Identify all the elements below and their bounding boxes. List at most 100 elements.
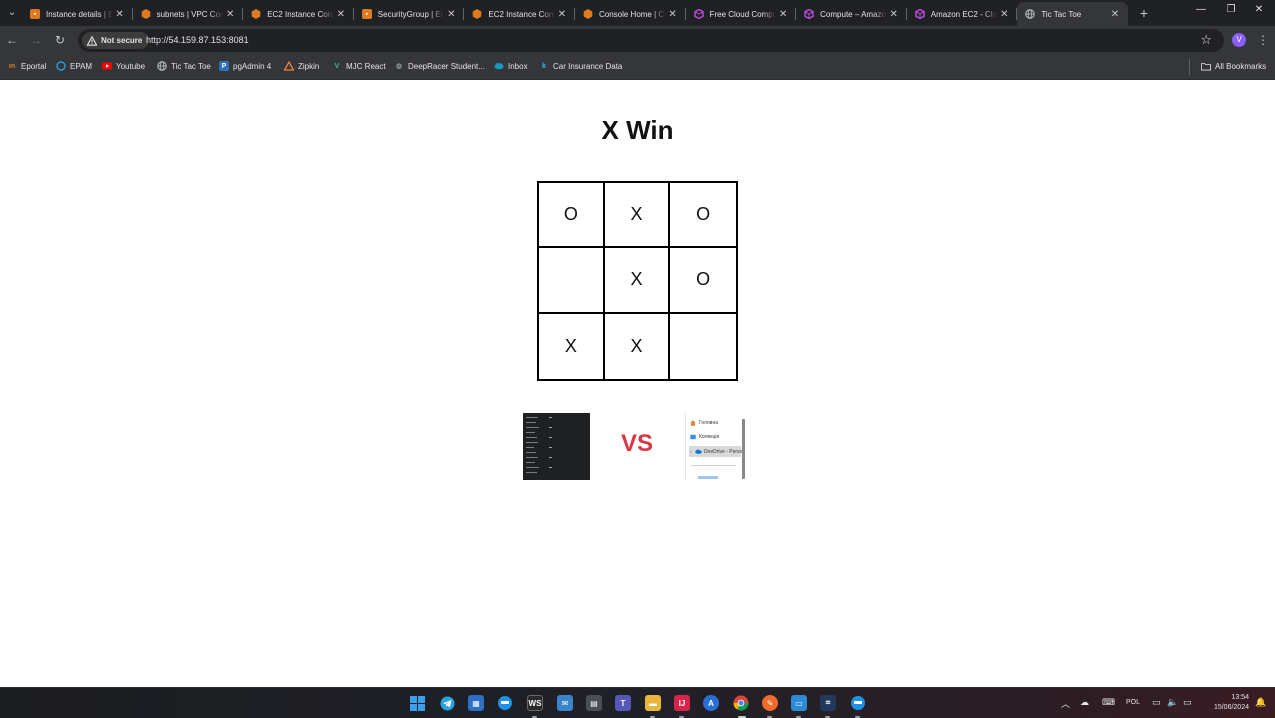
keyboard-icon[interactable]: ⌨ bbox=[1102, 697, 1115, 708]
tab-security-group[interactable]: ▪ SecurityGroup | EC2 ✕ bbox=[354, 2, 465, 26]
eportal-icon: ın bbox=[8, 62, 16, 70]
bookmark-tic-tac-toe[interactable]: Tic Tac Toe bbox=[157, 61, 211, 71]
tab-search-button[interactable]: ⌄ bbox=[3, 4, 21, 22]
webstorm-icon[interactable]: WS bbox=[527, 695, 543, 711]
bookmark-label: Youtube bbox=[116, 61, 146, 71]
globe-icon bbox=[157, 61, 167, 71]
app-store-icon[interactable]: A bbox=[703, 695, 719, 711]
tab-title: Free Cloud Computing bbox=[709, 9, 777, 19]
tab-ec2-instance-connect[interactable]: EC2 Instance Connect ✕ bbox=[243, 2, 354, 26]
bookmark-zipkin[interactable]: Zipkin bbox=[284, 61, 319, 71]
network-icon[interactable]: ▭ bbox=[1152, 697, 1161, 708]
board-cell-5[interactable]: X bbox=[604, 248, 671, 314]
avatar-row-onedrive: › OneDrive - Perso bbox=[689, 446, 742, 457]
home-icon bbox=[690, 420, 696, 426]
board-cell-7[interactable]: X bbox=[539, 313, 605, 379]
warning-icon bbox=[87, 35, 97, 46]
browser-toolbar: ← → ↻ Not secure http://54.159.87.153:80… bbox=[0, 26, 1275, 55]
avatar[interactable]: V bbox=[1232, 33, 1246, 47]
tab-free-cloud-computing[interactable]: Free Cloud Computing ✕ bbox=[686, 2, 797, 26]
bookmark-label: Inbox bbox=[508, 61, 528, 71]
window-close-icon[interactable]: ✕ bbox=[1250, 4, 1268, 15]
close-icon[interactable]: ✕ bbox=[334, 9, 348, 20]
bookmark-deepracer[interactable]: ◍ DeepRacer Student... bbox=[394, 61, 485, 71]
restore-icon[interactable]: ❐ bbox=[1222, 4, 1240, 15]
bookmark-inbox[interactable]: Inbox bbox=[494, 61, 528, 71]
intellij-icon[interactable]: IJ bbox=[674, 695, 690, 711]
security-chip[interactable]: Not secure bbox=[82, 32, 150, 49]
close-icon[interactable]: ✕ bbox=[555, 9, 569, 20]
calculator-icon[interactable]: ▤ bbox=[586, 695, 602, 711]
minimize-icon[interactable]: — bbox=[1192, 4, 1210, 15]
close-icon[interactable]: ✕ bbox=[776, 9, 790, 20]
board-cell-9[interactable] bbox=[670, 313, 736, 379]
close-icon[interactable]: ✕ bbox=[997, 9, 1011, 20]
bookmark-label: Tic Tac Toe bbox=[171, 61, 211, 71]
terminal-icon[interactable]: ⌗ bbox=[820, 695, 836, 711]
divider bbox=[691, 465, 736, 466]
bookmark-youtube[interactable]: Youtube bbox=[102, 61, 145, 71]
clock[interactable]: 13:54 15/06/2024 bbox=[1203, 693, 1249, 713]
windows-start-icon[interactable] bbox=[409, 695, 425, 711]
docker-icon[interactable] bbox=[497, 695, 513, 711]
tab-title: Amazon EC2 - Cloud bbox=[930, 9, 998, 19]
tab-amazon-ec2[interactable]: Amazon EC2 - Cloud ✕ bbox=[907, 2, 1018, 26]
volume-icon[interactable]: 🔈 bbox=[1167, 697, 1178, 708]
reload-icon[interactable]: ↻ bbox=[53, 33, 67, 47]
tab-compute-amazon[interactable]: Compute – Amazon EC2 ✕ bbox=[796, 2, 907, 26]
tab-tic-tac-toe[interactable]: Tic Tac Toe ✕ bbox=[1017, 2, 1128, 26]
board-cell-4[interactable] bbox=[539, 248, 605, 314]
tab-console-home[interactable]: Console Home | Console ✕ bbox=[575, 2, 686, 26]
bookmark-epam[interactable]: EPAM bbox=[56, 61, 92, 71]
bookmark-star-icon[interactable]: ☆ bbox=[1200, 33, 1212, 47]
bookmark-mjc-react[interactable]: V MJC React bbox=[332, 61, 386, 71]
docker-desktop-icon[interactable] bbox=[850, 695, 866, 711]
board-cell-3[interactable]: O bbox=[670, 183, 736, 249]
docker-tray-icon[interactable]: ☁ bbox=[1080, 697, 1089, 708]
board-cell-1[interactable]: O bbox=[539, 183, 605, 249]
bookmark-label: Eportal bbox=[21, 61, 47, 71]
postman-icon[interactable]: ✎ bbox=[762, 695, 778, 711]
close-icon[interactable]: ✕ bbox=[223, 9, 237, 20]
close-icon[interactable]: ✕ bbox=[887, 9, 901, 20]
back-icon[interactable]: ← bbox=[5, 33, 19, 47]
telegram-icon[interactable] bbox=[439, 695, 455, 711]
close-icon[interactable]: ✕ bbox=[113, 9, 127, 20]
teams-icon[interactable]: T bbox=[615, 695, 631, 711]
mail-icon[interactable]: ✉ bbox=[557, 695, 573, 711]
tab-instance-details[interactable]: ▪ Instance details | EC2 ✕ bbox=[22, 2, 133, 26]
forward-icon[interactable]: → bbox=[29, 33, 43, 47]
menu-icon[interactable]: ⋮ bbox=[1257, 32, 1269, 48]
close-icon[interactable]: ✕ bbox=[666, 9, 680, 20]
gallery-icon bbox=[690, 434, 696, 440]
language-indicator[interactable]: POL bbox=[1126, 699, 1140, 706]
file-explorer-icon[interactable]: ▬ bbox=[645, 695, 661, 711]
chrome-icon[interactable] bbox=[733, 695, 749, 711]
vue-icon: V bbox=[334, 62, 340, 70]
close-icon[interactable]: ✕ bbox=[1108, 9, 1122, 20]
new-tab-button[interactable]: + bbox=[1136, 5, 1152, 21]
tab-title: SecurityGroup | EC2 bbox=[377, 9, 445, 19]
bookmark-car-insurance[interactable]: k Car Insurance Data bbox=[539, 61, 622, 71]
close-icon[interactable]: ✕ bbox=[444, 9, 458, 20]
tab-subnets[interactable]: subnets | VPC Console ✕ bbox=[133, 2, 244, 26]
board-cell-6[interactable]: O bbox=[670, 248, 736, 314]
calendar-icon[interactable]: ▦ bbox=[468, 695, 484, 711]
tab-title: Tic Tac Toe bbox=[1041, 9, 1082, 19]
tab-list: ▪ Instance details | EC2 ✕ subnets | VPC… bbox=[22, 2, 1128, 26]
bookmark-pgadmin[interactable]: P pgAdmin 4 bbox=[219, 61, 271, 71]
aws-hex-icon bbox=[583, 9, 593, 19]
address-bar[interactable]: Not secure http://54.159.87.153:8081 ☆ bbox=[78, 29, 1224, 52]
url-text[interactable]: http://54.159.87.153:8081 bbox=[146, 35, 249, 45]
remote-desktop-icon[interactable]: ▭ bbox=[791, 695, 807, 711]
tray-overflow-icon[interactable]: ︿ bbox=[1061, 697, 1070, 710]
all-bookmarks-button[interactable]: All Bookmarks bbox=[1201, 61, 1266, 71]
bookmark-eportal[interactable]: ın Eportal bbox=[7, 61, 46, 71]
board-cell-2[interactable]: X bbox=[604, 183, 671, 249]
board-cell-8[interactable]: X bbox=[604, 313, 671, 379]
tab-ec2-instance-connect-2[interactable]: EC2 Instance Connect ✕ bbox=[464, 2, 575, 26]
bookmark-label: MJC React bbox=[346, 61, 386, 71]
zipkin-icon bbox=[284, 61, 294, 71]
notification-bell-icon[interactable]: 🔔 bbox=[1255, 697, 1266, 708]
battery-icon[interactable]: ▭ bbox=[1183, 697, 1192, 708]
